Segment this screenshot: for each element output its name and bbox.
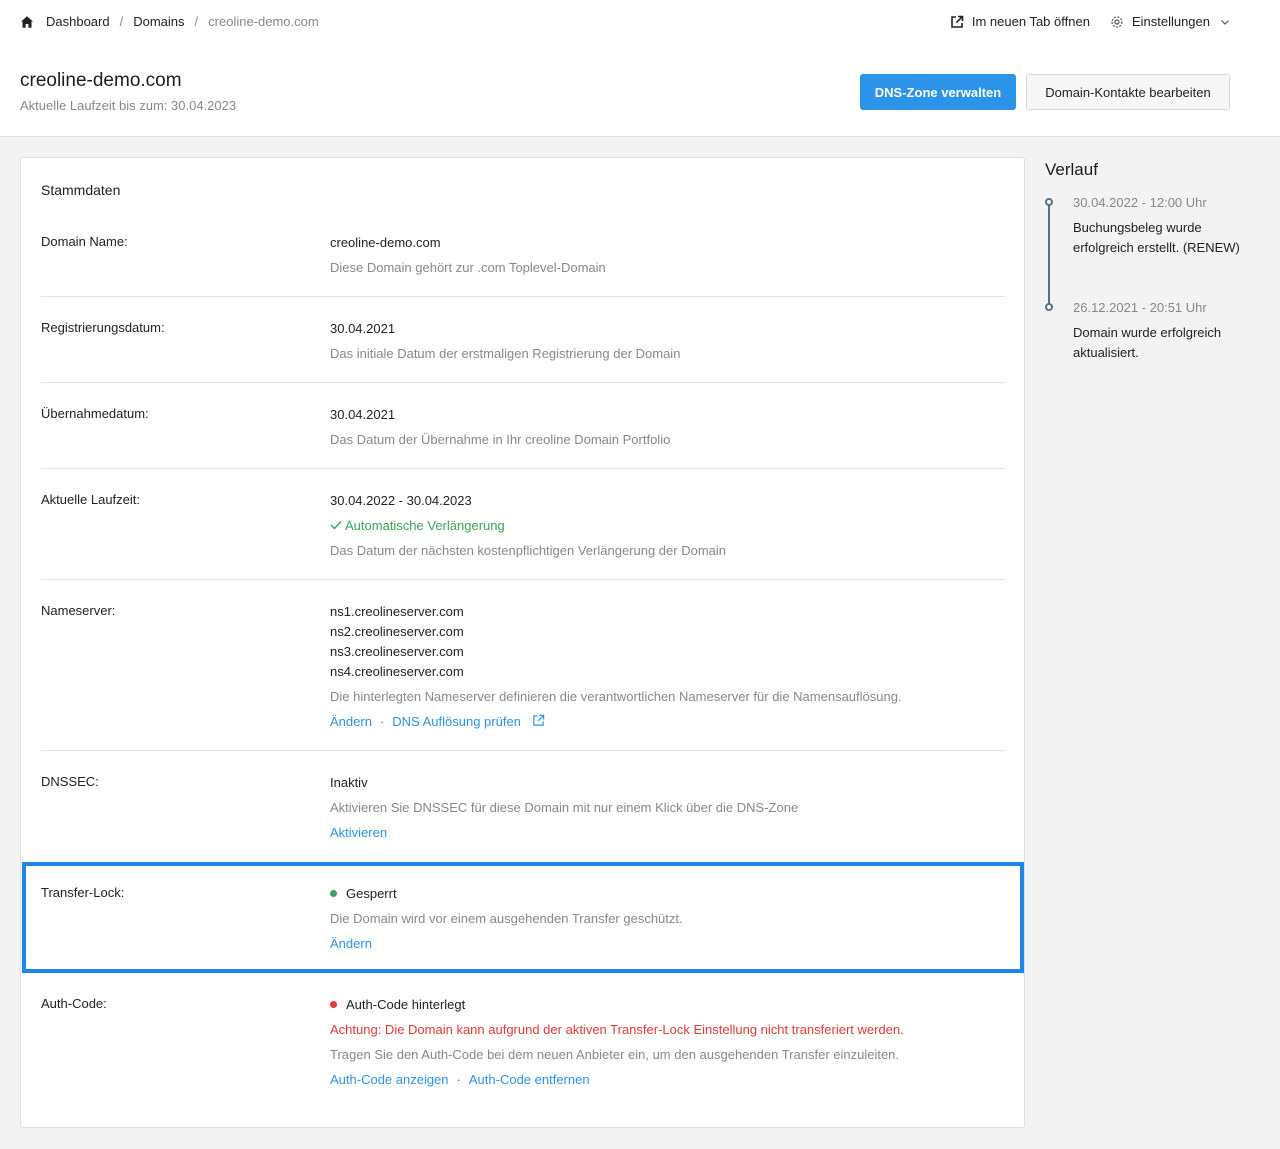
runtime-label: Aktuelle Laufzeit: — [41, 492, 141, 507]
divider — [41, 296, 1005, 297]
domain-name-label: Domain Name: — [41, 234, 128, 249]
auto-renew-status: Automatische Verlängerung — [330, 517, 1010, 542]
external-link-icon[interactable] — [532, 714, 545, 727]
auth-code-warning: Achtung: Die Domain kann aufgrund der ak… — [330, 1022, 904, 1037]
dns-zone-button[interactable]: DNS-Zone verwalten — [860, 74, 1016, 110]
history-date: 30.04.2022 - 12:00 Uhr — [1073, 195, 1207, 210]
open-new-tab-label: Im neuen Tab öffnen — [971, 14, 1090, 29]
transfer-lock-value: Gesperrt — [346, 886, 397, 901]
dnssec-value: Inaktiv — [330, 775, 368, 790]
card-title: Stammdaten — [41, 182, 121, 198]
domain-name-description: Diese Domain gehört zur .com Toplevel-Do… — [330, 260, 606, 275]
chevron-down-icon — [1221, 19, 1229, 25]
breadcrumb-dashboard[interactable]: Dashboard — [46, 14, 110, 29]
dns-check-link[interactable]: DNS Auflösung prüfen — [392, 714, 521, 729]
registration-label: Registrierungsdatum: — [41, 320, 165, 335]
home-icon[interactable] — [20, 15, 34, 29]
auth-code-description: Tragen Sie den Auth-Code bei dem neuen A… — [330, 1047, 900, 1062]
breadcrumb-separator: / — [194, 14, 199, 29]
dnssec-label: DNSSEC: — [41, 774, 99, 789]
dnssec-description: Aktivieren Sie DNSSEC für diese Domain m… — [330, 800, 799, 815]
history-item: 26.12.2021 - 20:51 Uhr Domain wurde erfo… — [1073, 298, 1263, 363]
domain-contacts-button[interactable]: Domain-Kontakte bearbeiten — [1026, 74, 1230, 110]
open-new-tab-button[interactable]: Im neuen Tab öffnen — [950, 14, 1090, 29]
top-actions: Im neuen Tab öffnen Einstellungen — [930, 14, 1230, 29]
nameserver-item: ns4.creolineserver.com — [330, 664, 464, 679]
transfer-lock-change-link[interactable]: Ändern — [330, 936, 372, 951]
transfer-lock-label: Transfer-Lock: — [41, 885, 125, 900]
history-sidebar: Verlauf 30.04.2022 - 12:00 Uhr Buchungsb… — [1045, 160, 1265, 360]
auth-code-label: Auth-Code: — [41, 996, 107, 1011]
domain-name-value: creoline-demo.com — [330, 235, 441, 250]
history-date: 26.12.2021 - 20:51 Uhr — [1073, 300, 1207, 315]
page-title: creoline-demo.com — [20, 70, 182, 91]
settings-dropdown[interactable]: Einstellungen — [1110, 14, 1230, 29]
transfer-lock-description: Die Domain wird vor einem ausgehenden Tr… — [330, 911, 683, 926]
breadcrumb-separator: / — [119, 14, 124, 29]
page-subtitle: Aktuelle Laufzeit bis zum: 30.04.2023 — [20, 98, 237, 113]
divider — [41, 750, 1005, 751]
nameserver-item: ns2.creolineserver.com — [330, 624, 464, 639]
registration-description: Das initiale Datum der erstmaligen Regis… — [330, 346, 681, 361]
takeover-value: 30.04.2021 — [330, 407, 396, 422]
history-text: Buchungsbeleg wurde erfolgreich erstellt… — [1073, 220, 1240, 255]
external-link-icon — [951, 15, 964, 28]
history-text: Domain wurde erfolgreich aktualisiert. — [1073, 325, 1222, 360]
auth-code-value: Auth-Code hinterlegt — [346, 997, 466, 1012]
gear-icon — [1111, 15, 1123, 28]
nameserver-description: Die hinterlegten Nameserver definieren d… — [330, 689, 902, 704]
check-icon — [330, 521, 342, 530]
history-item: 30.04.2022 - 12:00 Uhr Buchungsbeleg wur… — [1073, 193, 1263, 258]
auto-renew-label: Automatische Verlängerung — [345, 518, 505, 533]
master-data-card: Stammdaten Domain Name: creoline-demo.co… — [20, 157, 1025, 1128]
link-separator: · — [379, 714, 385, 729]
nameserver-change-link[interactable]: Ändern — [330, 714, 372, 729]
divider — [41, 579, 1005, 580]
auth-code-show-link[interactable]: Auth-Code anzeigen — [330, 1072, 449, 1087]
timeline-node — [1045, 198, 1053, 206]
takeover-label: Übernahmedatum: — [41, 406, 149, 421]
auth-code-remove-link[interactable]: Auth-Code entfernen — [469, 1072, 590, 1087]
nameserver-label: Nameserver: — [41, 603, 116, 618]
divider — [41, 382, 1005, 383]
nameserver-item: ns1.creolineserver.com — [330, 604, 464, 619]
registration-value: 30.04.2021 — [330, 321, 396, 336]
status-dot-green — [330, 890, 337, 897]
top-header: Dashboard / Domains / creoline-demo.com … — [0, 0, 1280, 137]
breadcrumb: Dashboard / Domains / creoline-demo.com — [20, 14, 319, 29]
timeline-node — [1045, 303, 1053, 311]
settings-label: Einstellungen — [1131, 14, 1210, 29]
runtime-description: Das Datum der nächsten kostenpflichtigen… — [330, 543, 727, 558]
breadcrumb-domains[interactable]: Domains — [133, 14, 184, 29]
runtime-value: 30.04.2022 - 30.04.2023 — [330, 493, 472, 508]
history-title: Verlauf — [1045, 160, 1098, 179]
dnssec-activate-link[interactable]: Aktivieren — [330, 825, 387, 840]
breadcrumb-current: creoline-demo.com — [208, 14, 319, 29]
status-dot-red — [330, 1001, 337, 1008]
takeover-description: Das Datum der Übernahme in Ihr creoline … — [330, 432, 671, 447]
divider — [41, 468, 1005, 469]
nameserver-item: ns3.creolineserver.com — [330, 644, 464, 659]
link-separator: · — [456, 1072, 461, 1087]
timeline-line — [1048, 202, 1050, 308]
